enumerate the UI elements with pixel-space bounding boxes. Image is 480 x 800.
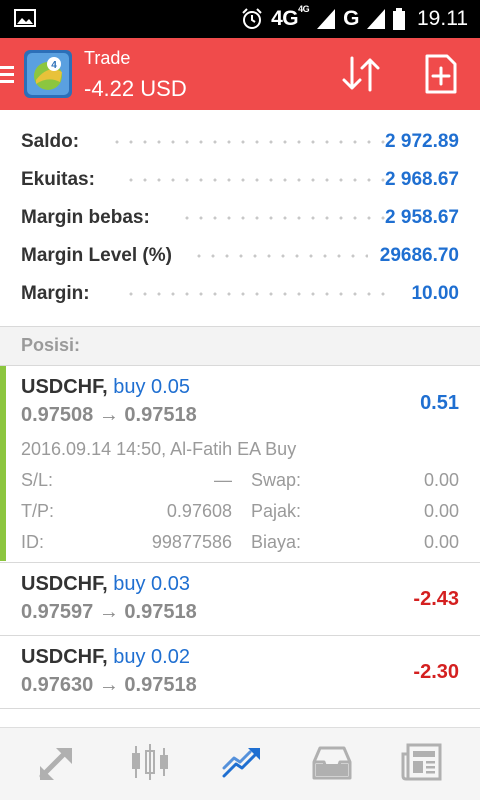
- header-profit: -4.22 USD: [84, 76, 187, 101]
- signal-icon-2: [367, 9, 385, 29]
- summary-row-saldo: Saldo: 2 972.89: [0, 125, 480, 163]
- position-profit: -2.30: [413, 661, 459, 683]
- header-title: Trade: [84, 48, 131, 68]
- summary-label: Margin Level (%): [21, 245, 172, 266]
- divider: [0, 708, 480, 709]
- position-row[interactable]: USDCHF, buy 0.05 0.97508 → 0.97518 0.51 …: [0, 366, 480, 561]
- position-side: buy 0.03: [113, 573, 190, 595]
- menu-icon[interactable]: [0, 64, 14, 84]
- position-title: USDCHF, buy 0.05: [21, 376, 190, 399]
- summary-value: 2 968.67: [385, 169, 459, 190]
- fee-value: 0.00: [423, 532, 459, 552]
- id-label: ID:: [21, 532, 45, 552]
- summary-value: 29686.70: [379, 245, 459, 266]
- fee-label: Biaya:: [251, 532, 302, 552]
- clock: 19.11: [417, 7, 468, 30]
- alarm-icon: [242, 8, 262, 29]
- tp-label: T/P:: [21, 501, 55, 521]
- metatrader-logo-icon[interactable]: 4: [24, 50, 72, 98]
- summary-label: Ekuitas:: [21, 169, 95, 190]
- position-title: USDCHF, buy 0.02: [21, 646, 190, 669]
- account-summary: Saldo: 2 972.89 Ekuitas: 2 968.67 Margin…: [0, 125, 480, 315]
- trade-icon[interactable]: [220, 742, 264, 782]
- summary-label: Margin:: [21, 283, 90, 304]
- svg-text:4: 4: [51, 60, 57, 71]
- signal-icon: [317, 9, 336, 29]
- position-title: USDCHF, buy 0.03: [21, 573, 190, 596]
- summary-row-margin-bebas: Margin bebas: 2 958.67: [0, 201, 480, 239]
- dot-leader: [124, 292, 390, 296]
- position-symbol: USDCHF,: [21, 646, 108, 668]
- id-value: 99877586: [151, 532, 232, 552]
- network-type: 4G4G: [271, 4, 310, 30]
- summary-label: Saldo:: [21, 131, 80, 152]
- section-title: Posisi:: [21, 335, 81, 355]
- position-profit: 0.51: [420, 392, 459, 414]
- summary-row-margin-level: Margin Level (%) 29686.70: [0, 239, 480, 277]
- position-open-time: 2016.09.14 14:50, Al-Fatih EA Buy: [21, 439, 297, 459]
- summary-value: 10.00: [411, 283, 459, 304]
- position-profit: -2.43: [413, 588, 459, 610]
- sl-label: S/L:: [21, 470, 54, 490]
- tp-value: 0.97608: [166, 501, 232, 521]
- gallery-notification-icon: [14, 9, 36, 27]
- position-row[interactable]: USDCHF, buy 0.02 0.97630 → 0.97518 -2.30: [0, 636, 480, 708]
- bottom-navigation: [0, 727, 480, 800]
- position-symbol: USDCHF,: [21, 573, 108, 595]
- new-order-icon[interactable]: [423, 54, 459, 94]
- battery-icon: [393, 8, 405, 30]
- swap-label: Swap:: [251, 470, 302, 490]
- dot-leader: [110, 140, 390, 144]
- summary-row-ekuitas: Ekuitas: 2 968.67: [0, 163, 480, 201]
- quotes-icon[interactable]: [36, 742, 80, 782]
- summary-value: 2 972.89: [385, 131, 459, 152]
- swap-value: 0.00: [423, 470, 459, 490]
- dot-leader: [180, 216, 390, 220]
- sl-value: —: [214, 470, 232, 490]
- positions-section-header: Posisi:: [0, 327, 480, 365]
- tax-value: 0.00: [423, 501, 459, 521]
- dot-leader: [124, 178, 390, 182]
- position-side: buy 0.05: [113, 376, 190, 398]
- carrier-type: G: [343, 7, 359, 30]
- position-prices: 0.97630 → 0.97518: [21, 674, 197, 696]
- position-prices: 0.97508 → 0.97518: [21, 404, 197, 426]
- position-symbol: USDCHF,: [21, 376, 108, 398]
- sort-icon[interactable]: [340, 54, 384, 94]
- app-header: 4 Trade -4.22 USD: [0, 38, 480, 110]
- summary-row-margin: Margin: 10.00: [0, 277, 480, 315]
- history-icon[interactable]: [310, 742, 354, 782]
- position-row[interactable]: USDCHF, buy 0.03 0.97597 → 0.97518 -2.43: [0, 563, 480, 635]
- dot-leader: [192, 254, 368, 258]
- chart-icon[interactable]: [128, 742, 172, 782]
- position-side: buy 0.02: [113, 646, 190, 668]
- summary-label: Margin bebas:: [21, 207, 150, 228]
- position-prices: 0.97597 → 0.97518: [21, 601, 197, 623]
- status-bar: 4G4G G 19.11: [0, 0, 480, 38]
- news-icon[interactable]: [400, 742, 444, 782]
- tax-label: Pajak:: [251, 501, 302, 521]
- summary-value: 2 958.67: [385, 207, 459, 228]
